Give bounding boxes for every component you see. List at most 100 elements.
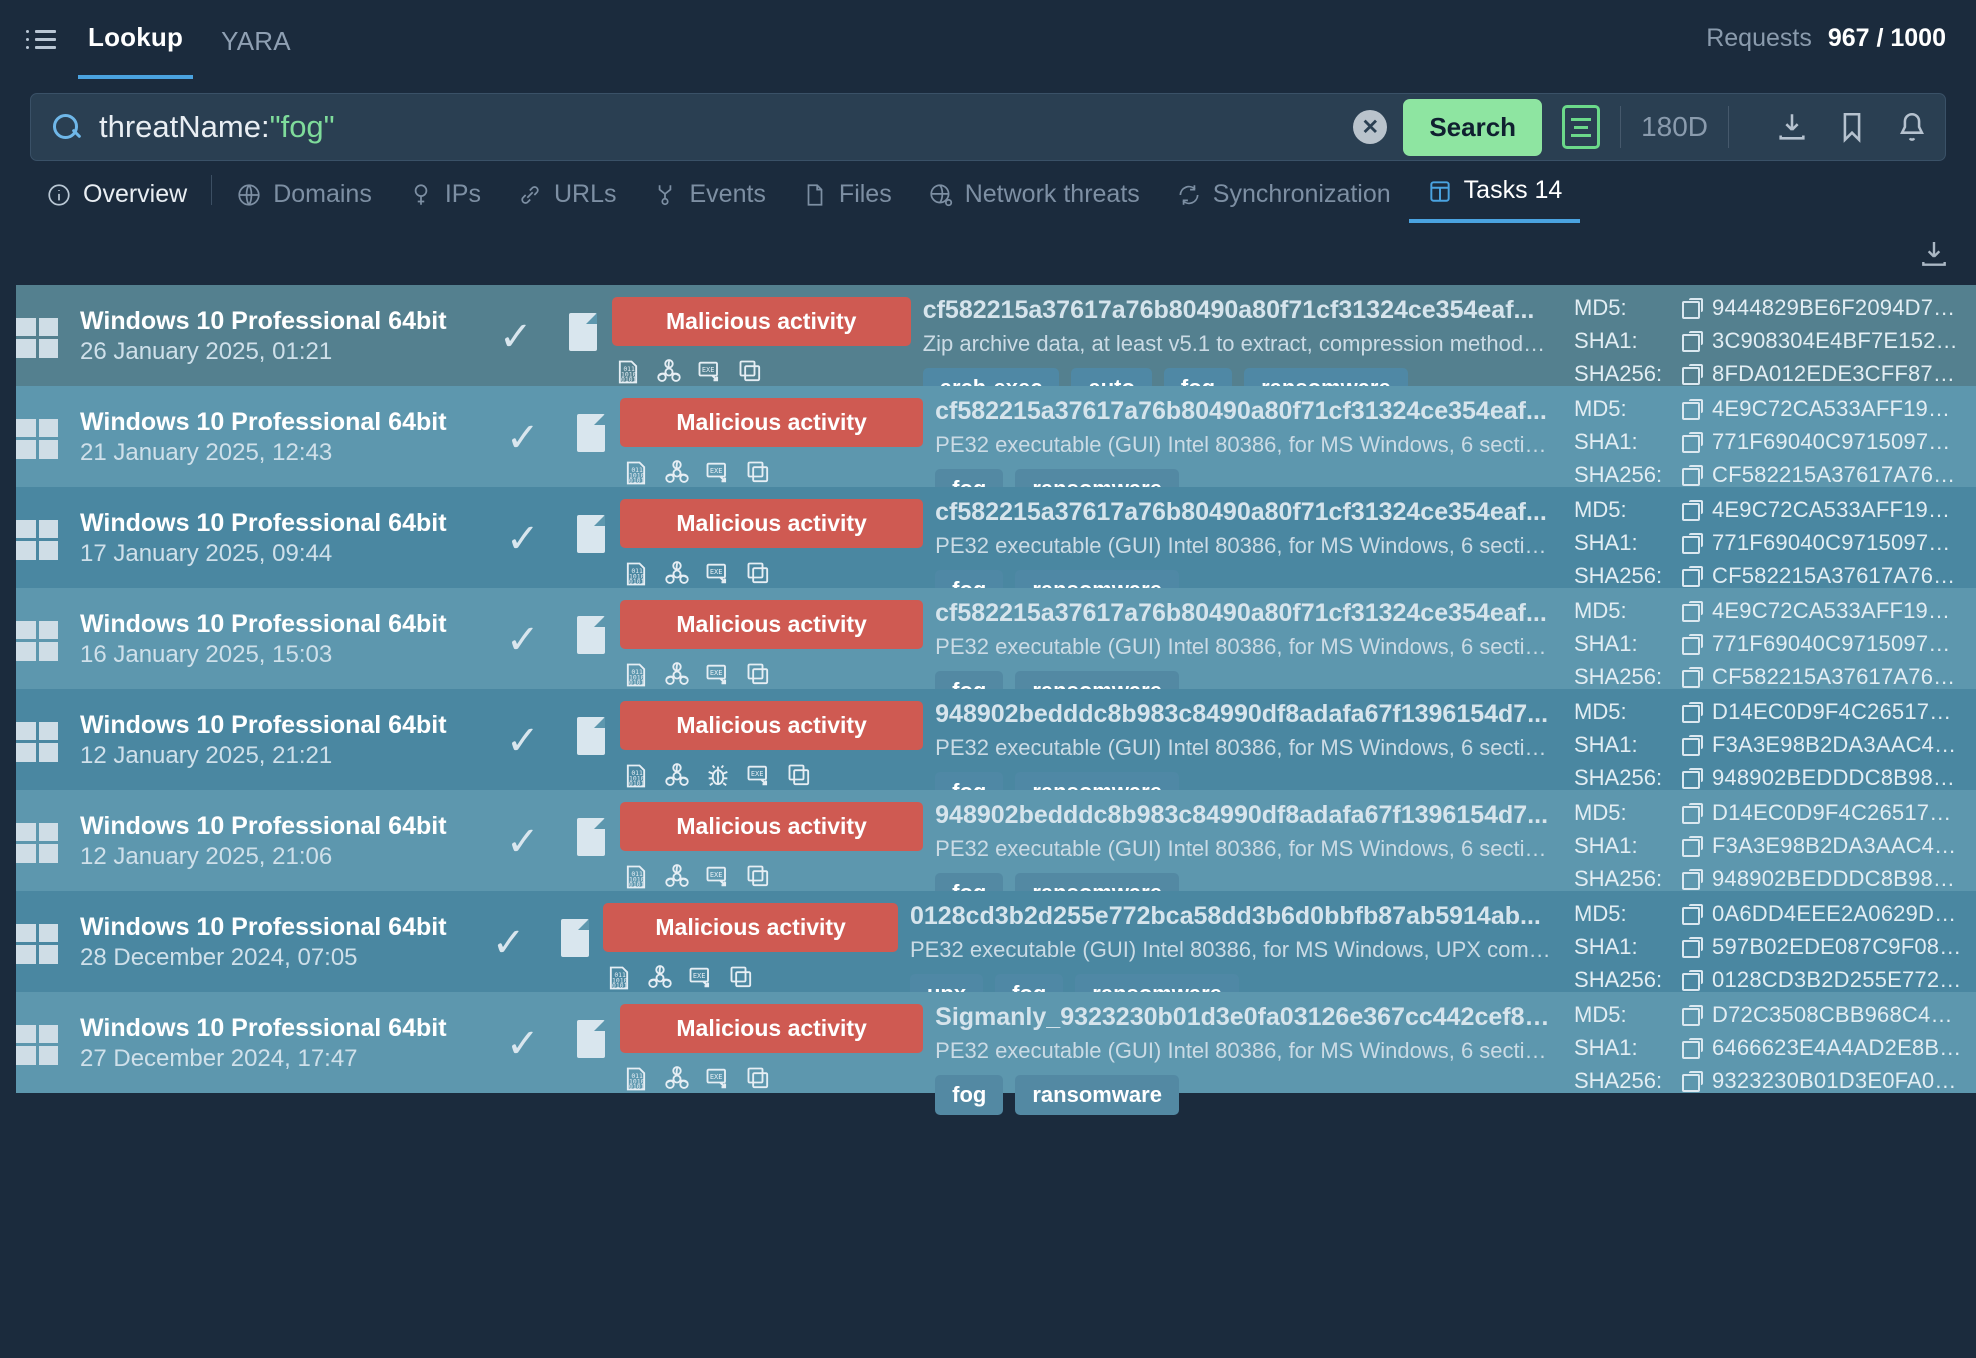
download-icon[interactable] [1918, 238, 1950, 270]
query-builder-icon[interactable] [1562, 105, 1600, 149]
copy-icon[interactable] [1682, 702, 1703, 723]
copy-icon[interactable] [1682, 803, 1703, 824]
copy-icon[interactable] [1682, 500, 1703, 521]
tab-files[interactable]: Files [784, 180, 910, 223]
copy-icon[interactable] [1682, 667, 1703, 688]
tab-ips[interactable]: IPs [390, 180, 499, 223]
binary-file-icon[interactable]: 01110100101 [622, 1065, 650, 1093]
exe-icon[interactable]: EXE [745, 762, 773, 790]
row-sample-name[interactable]: cf582215a37617a76b80490a80f71cf31324ce35… [935, 397, 1556, 426]
copy-icon[interactable] [1682, 399, 1703, 420]
copy-icon[interactable] [1682, 331, 1703, 352]
exe-icon[interactable]: EXE [704, 1065, 732, 1093]
search-button[interactable]: Search [1403, 99, 1542, 156]
table-row[interactable]: Windows 10 Professional 64bit27 December… [0, 992, 1976, 1093]
copy-icon[interactable] [745, 1065, 773, 1093]
binary-file-icon[interactable]: 01110100101 [622, 863, 650, 891]
tab-domains[interactable]: Domains [218, 180, 390, 223]
copy-icon[interactable] [1682, 1038, 1703, 1059]
tab-urls[interactable]: URLs [499, 180, 635, 223]
row-sample-name[interactable]: cf582215a37617a76b80490a80f71cf31324ce35… [935, 599, 1556, 628]
exe-icon[interactable]: EXE [696, 358, 724, 386]
table-row[interactable]: Windows 10 Professional 64bit16 January … [0, 588, 1976, 689]
clear-search-button[interactable]: ✕ [1353, 110, 1387, 144]
download-icon[interactable] [1775, 110, 1809, 144]
binary-file-icon[interactable]: 01110100101 [605, 964, 633, 992]
binary-file-icon[interactable]: 01110100101 [622, 560, 650, 588]
copy-icon[interactable] [1682, 768, 1703, 789]
tab-synchronization[interactable]: Synchronization [1158, 180, 1409, 223]
copy-icon[interactable] [1682, 904, 1703, 925]
row-file-cell[interactable] [562, 689, 620, 755]
bell-icon[interactable] [1895, 110, 1929, 144]
copy-icon[interactable] [745, 560, 773, 588]
copy-icon[interactable] [728, 964, 756, 992]
row-file-cell[interactable] [547, 891, 603, 957]
copy-icon[interactable] [1682, 1071, 1703, 1092]
table-row[interactable]: Windows 10 Professional 64bit28 December… [0, 891, 1976, 992]
tab-events[interactable]: Events [634, 180, 783, 223]
exe-icon[interactable]: EXE [687, 964, 715, 992]
copy-icon[interactable] [1682, 566, 1703, 587]
copy-icon[interactable] [1682, 364, 1703, 385]
tag[interactable]: ransomware [1015, 1075, 1179, 1115]
exe-icon[interactable]: EXE [704, 863, 732, 891]
biohazard-icon[interactable] [655, 358, 683, 386]
binary-file-icon[interactable]: 01110100101 [622, 762, 650, 790]
search-input[interactable]: threatName:"fog" [99, 109, 1343, 145]
copy-icon[interactable] [745, 661, 773, 689]
copy-icon[interactable] [745, 459, 773, 487]
copy-icon[interactable] [1682, 937, 1703, 958]
copy-icon[interactable] [1682, 1005, 1703, 1026]
biohazard-icon[interactable] [663, 661, 691, 689]
biohazard-icon[interactable] [663, 762, 691, 790]
row-sample-name[interactable]: 948902bedddc8b983c84990df8adafa67f139615… [935, 700, 1556, 729]
copy-icon[interactable] [1682, 735, 1703, 756]
biohazard-icon[interactable] [663, 459, 691, 487]
binary-file-icon[interactable]: 01110100101 [622, 661, 650, 689]
row-sample-name[interactable]: cf582215a37617a76b80490a80f71cf31324ce35… [935, 498, 1556, 527]
table-row[interactable]: Windows 10 Professional 64bit12 January … [0, 790, 1976, 891]
copy-icon[interactable] [737, 358, 765, 386]
tab-lookup[interactable]: Lookup [78, 22, 193, 79]
row-file-cell[interactable] [555, 285, 612, 351]
copy-icon[interactable] [1682, 634, 1703, 655]
copy-icon[interactable] [786, 762, 814, 790]
row-sample-name[interactable]: Sigmanly_9323230b01d3e0fa03126e367cc442c… [935, 1003, 1556, 1032]
row-file-cell[interactable] [562, 588, 620, 654]
binary-file-icon[interactable]: 01110100101 [614, 358, 642, 386]
row-file-cell[interactable] [562, 487, 620, 553]
row-file-cell[interactable] [562, 992, 620, 1058]
tab-tasks[interactable]: Tasks 14 [1409, 176, 1581, 223]
row-sample-name[interactable]: 0128cd3b2d255e772bca58dd3b6d0bbfb87ab591… [910, 902, 1556, 931]
copy-icon[interactable] [1682, 298, 1703, 319]
exe-icon[interactable]: EXE [704, 661, 732, 689]
copy-icon[interactable] [745, 863, 773, 891]
tag[interactable]: fog [935, 1075, 1003, 1115]
row-sample-name[interactable]: 948902bedddc8b983c84990df8adafa67f139615… [935, 801, 1556, 830]
table-row[interactable]: Windows 10 Professional 64bit26 January … [0, 285, 1976, 386]
biohazard-icon[interactable] [646, 964, 674, 992]
copy-icon[interactable] [1682, 601, 1703, 622]
copy-icon[interactable] [1682, 533, 1703, 554]
copy-icon[interactable] [1682, 970, 1703, 991]
table-row[interactable]: Windows 10 Professional 64bit21 January … [0, 386, 1976, 487]
table-row[interactable]: Windows 10 Professional 64bit17 January … [0, 487, 1976, 588]
binary-file-icon[interactable]: 01110100101 [622, 459, 650, 487]
copy-icon[interactable] [1682, 465, 1703, 486]
copy-icon[interactable] [1682, 869, 1703, 890]
search-bar[interactable]: threatName:"fog" ✕ Search 180D [30, 93, 1946, 161]
row-file-cell[interactable] [562, 790, 620, 856]
biohazard-icon[interactable] [663, 863, 691, 891]
row-file-cell[interactable] [562, 386, 620, 452]
copy-icon[interactable] [1682, 432, 1703, 453]
time-range-selector[interactable]: 180D [1641, 111, 1708, 143]
tab-network-threats[interactable]: Network threats [910, 180, 1158, 223]
bookmark-icon[interactable] [1835, 110, 1869, 144]
tab-overview[interactable]: Overview [28, 180, 205, 223]
tab-yara[interactable]: YARA [211, 26, 301, 79]
exe-icon[interactable]: EXE [704, 459, 732, 487]
row-sample-name[interactable]: cf582215a37617a76b80490a80f71cf31324ce35… [923, 296, 1556, 325]
copy-icon[interactable] [1682, 836, 1703, 857]
biohazard-icon[interactable] [663, 560, 691, 588]
